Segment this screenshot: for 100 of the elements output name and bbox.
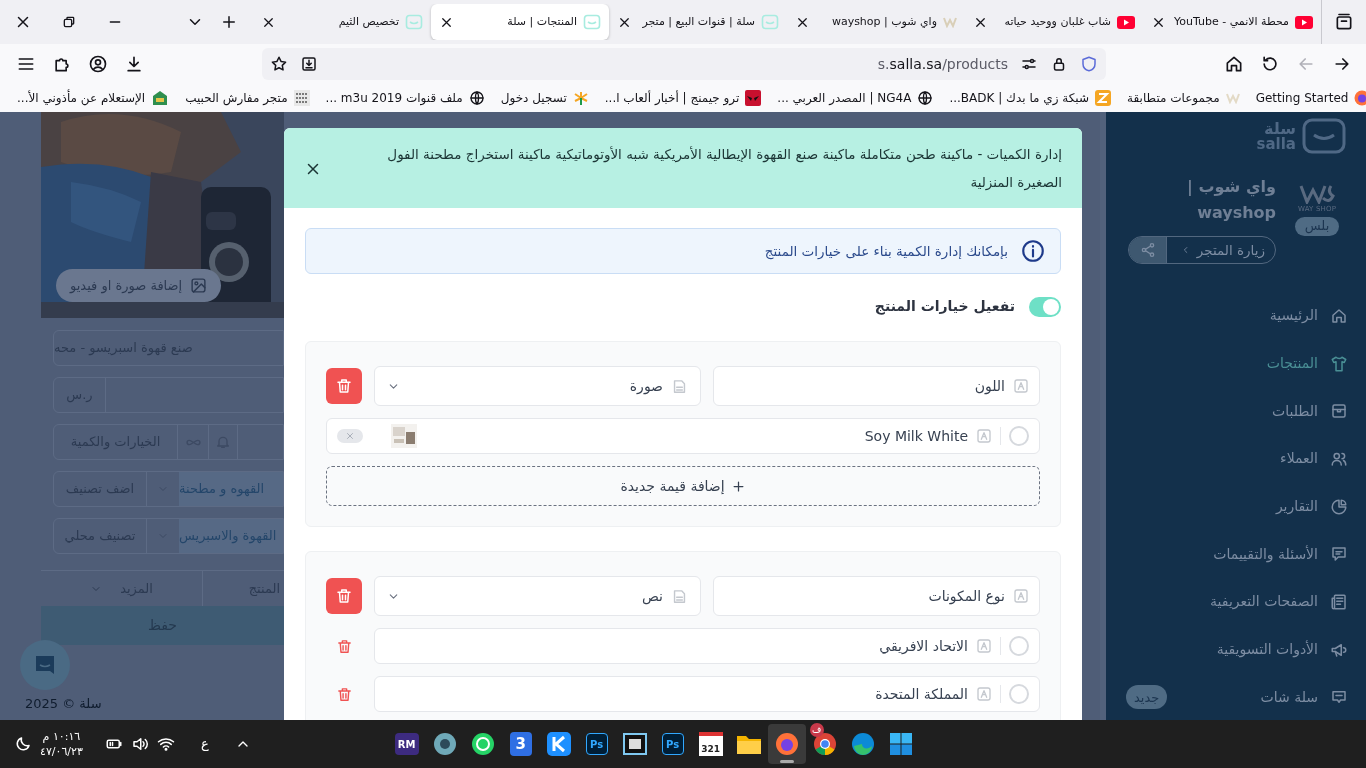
bookmark[interactable]: NG4A | المصدر العربي ... [772,86,939,110]
pattern-icon [293,90,310,106]
browser-tab[interactable]: سلة | قنوات البيع | متجر [609,4,787,40]
option-name-field[interactable]: اللون [713,366,1040,406]
add-value-button[interactable]: إضافة قيمة جديدة [326,466,1040,506]
tab-list-icon[interactable] [1334,12,1354,32]
wifi-icon[interactable] [156,735,175,753]
browser-tab[interactable]: محطة الانمي - YouTube [1143,4,1321,40]
value-text: Soy Milk White [864,426,968,446]
nav-item[interactable]: الأسئلة والتقييمات [1106,530,1366,579]
taskbar-app[interactable]: 3 [501,724,540,764]
focus-icon[interactable] [14,735,32,753]
url-text: s.salla.sa/products [877,54,1008,74]
account-icon[interactable] [88,54,108,74]
plus-icon [730,478,746,494]
new-tab-icon[interactable] [220,13,238,31]
shield-icon[interactable] [1080,55,1098,73]
taskbar-app[interactable]: Ps [653,724,692,764]
value-field[interactable]: Soy Milk White [326,418,1040,454]
firefox-icon [1354,90,1366,106]
image-icon [190,277,208,294]
home-icon[interactable] [1224,54,1244,74]
browser-tab[interactable]: المنتجات | سلة [431,4,609,40]
nav-item[interactable]: الصفحات التعريفية [1106,578,1366,626]
text-type-icon [1013,588,1029,604]
edge-icon [850,732,875,756]
chat-bubble-icon [34,654,56,676]
save-page-icon[interactable] [300,55,318,73]
chrome-icon [812,732,837,756]
store-name: واي شوب | wayshop [1186,176,1276,224]
browser-tab[interactable]: تخصيص الثيم [255,4,431,40]
browser-tab[interactable]: شاب غلبان ووحيد حياته [965,4,1143,40]
nav-item[interactable]: الأدوات التسويقية [1106,625,1366,674]
clock-date[interactable]: ٤٧/٠٦/٢٣ [40,744,83,759]
bookmark[interactable]: ترو جيمنج | أخبار ألعاب ا... [599,86,767,110]
bookmark[interactable]: ملف قنوات m3u 2019 ... [320,86,490,110]
kite-icon [546,732,571,756]
nav-item[interactable]: الطلبات [1106,387,1366,436]
address-bar[interactable]: s.salla.sa/products [262,48,1106,80]
taskbar-app[interactable]: ف [805,724,844,764]
taskbar-app[interactable]: 321 [691,724,730,764]
text-type-icon [976,638,992,654]
nav-item[interactable]: الرئيسية [1106,292,1366,340]
browser-tab[interactable]: واي شوب | wayshop [787,4,965,40]
download-icon[interactable] [124,54,144,74]
store-icon [1225,92,1240,104]
option-type-select[interactable]: نص [374,576,701,616]
language-indicator[interactable]: ع [200,734,209,754]
start-icon [888,732,913,756]
bookmark[interactable]: متجر مفارش الحبيب [180,86,315,110]
delete-icon[interactable] [335,637,353,655]
toggle-label: تفعيل خيارات المنتج [874,297,1015,317]
bag-icon [761,14,779,30]
restore-icon[interactable] [61,14,77,30]
value-field[interactable]: الاتحاد الافريقي [374,628,1040,664]
nav-item[interactable]: المنتجات [1106,339,1366,388]
value-text: الاتحاد الافريقي [879,636,968,656]
shirt-icon [1330,354,1348,373]
delete-option-button[interactable] [326,368,362,404]
play-icon [1295,15,1313,29]
pie-icon [1330,497,1348,516]
volume-icon[interactable] [130,735,149,753]
profile-badge: ف [809,723,824,737]
option-name-field[interactable]: نوع المكونات [713,576,1040,616]
home-icon [1330,306,1348,325]
trash-icon [335,377,353,395]
value-field[interactable]: المملكة المتحدة [374,676,1040,712]
info-banner: بإمكانك إدارة الكمية بناء على خيارات المنتج [305,228,1061,274]
delete-icon[interactable] [335,685,353,703]
emblem-icon [151,90,170,106]
store-logo-icon [1299,184,1335,204]
delete-option-button[interactable] [326,578,362,614]
firefox-icon [774,732,799,756]
bookmark[interactable]: شبكة زي ما بدك | BADK... [944,86,1117,110]
default-radio[interactable] [1009,684,1029,704]
taskbar-app[interactable] [767,724,806,764]
brand-name: سلة [1264,120,1296,137]
info-icon [1020,238,1046,264]
nav-item[interactable]: العملاء [1106,435,1366,483]
default-radio[interactable] [1009,636,1029,656]
value-text: المملكة المتحدة [875,684,968,704]
option-type-select[interactable]: صورة [374,366,701,406]
bookmark[interactable]: الإستعلام عن مأذوني الأ... [12,86,175,110]
document-icon [671,587,688,605]
bookmark[interactable]: مجموعات متطابقة [1122,86,1245,110]
nav-item[interactable]: التقارير [1106,482,1366,531]
bookmark[interactable]: تسجيل دخول [495,86,594,110]
reload-icon[interactable] [1260,54,1280,74]
clock-time[interactable]: ١٠:١٦ م [42,729,81,744]
default-radio[interactable] [1009,426,1029,446]
globe-icon [468,90,485,106]
taskbar-app[interactable]: Ps [577,724,616,764]
copyright-text: سلة © 2025 [25,695,102,713]
options-toggle[interactable] [1029,296,1061,317]
bookmark[interactable]: Getting Started [1250,86,1366,110]
text-type-icon [1013,378,1029,394]
bookmark-star-icon[interactable] [270,55,288,73]
trash-icon [335,587,353,605]
taskbar-app[interactable]: RM [387,724,426,764]
text-type-icon [976,428,992,444]
